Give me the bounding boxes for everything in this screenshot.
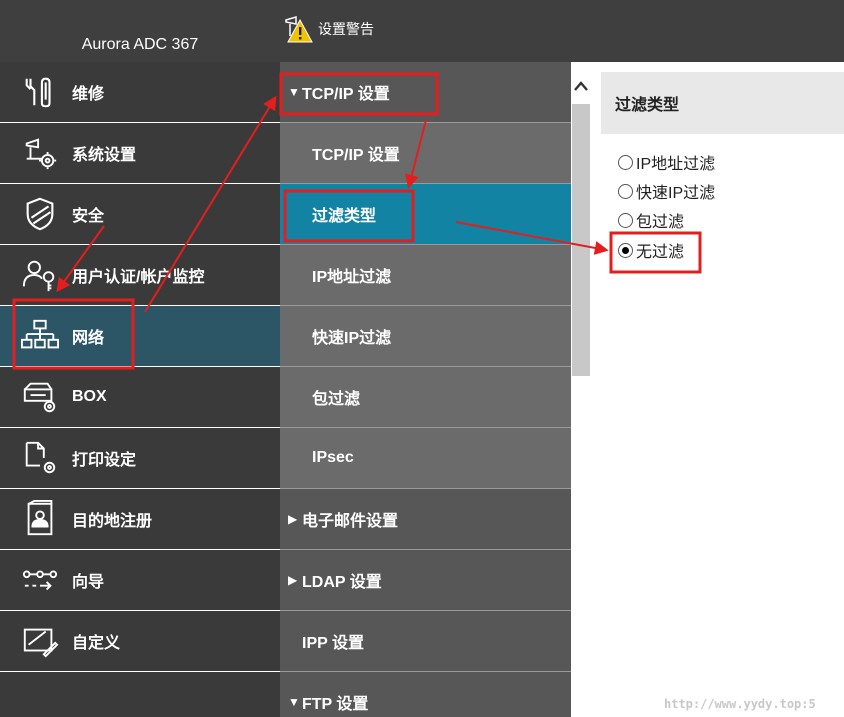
wizard-icon bbox=[20, 560, 60, 600]
nav-item-system-settings[interactable]: 系统设置 bbox=[0, 123, 280, 184]
mid-label: 电子邮件设置 bbox=[302, 513, 399, 530]
triangle-down-icon: ▼ bbox=[288, 85, 300, 99]
mid-item-filter-type[interactable]: 过滤类型 bbox=[280, 184, 571, 245]
mid-label: IP地址过滤 bbox=[312, 269, 392, 286]
nav-item-wizard[interactable]: 向导 bbox=[0, 550, 280, 611]
scroll-up-button[interactable] bbox=[571, 76, 591, 96]
mid-label: LDAP 设置 bbox=[302, 574, 382, 591]
app-header: Aurora ADC 367 设置警告 bbox=[0, 0, 844, 62]
scrollbar[interactable] bbox=[571, 62, 591, 717]
main-navigation: 维修 系统设置 安全 用户认证/帐户监控 网络 BOX 打印设定 目的地注册 向… bbox=[0, 62, 280, 717]
mid-item-packet-filter[interactable]: 包过滤 bbox=[280, 367, 571, 428]
panel-header: 过滤类型 bbox=[601, 72, 844, 134]
nav-label: 网络 bbox=[72, 330, 105, 347]
mid-label: 过滤类型 bbox=[312, 208, 377, 225]
mid-group-ldap[interactable]: ▶ LDAP 设置 bbox=[280, 550, 571, 611]
radio-button[interactable] bbox=[618, 212, 633, 228]
user-key-icon bbox=[20, 255, 60, 295]
mid-group-email[interactable]: ▶ 电子邮件设置 bbox=[280, 489, 571, 550]
customize-icon bbox=[20, 621, 60, 661]
nav-label: 维修 bbox=[72, 86, 105, 103]
radio-label: 包过滤 bbox=[636, 214, 685, 231]
nav-label: 目的地注册 bbox=[72, 513, 153, 530]
mid-group-ipp[interactable]: IPP 设置 bbox=[280, 611, 571, 672]
system-settings-icon bbox=[20, 133, 60, 173]
mid-item-ip-address-filter[interactable]: IP地址过滤 bbox=[280, 245, 571, 306]
radio-no-filter[interactable]: 无过滤 bbox=[618, 238, 684, 262]
warning-icon bbox=[285, 15, 313, 43]
device-name: Aurora ADC 367 bbox=[81, 36, 199, 53]
radio-packet-filter[interactable]: 包过滤 bbox=[618, 208, 684, 232]
address-book-icon bbox=[20, 499, 60, 539]
radio-button[interactable] bbox=[618, 183, 633, 199]
network-icon bbox=[20, 316, 60, 356]
mid-item-tcpip-settings[interactable]: TCP/IP 设置 bbox=[280, 123, 571, 184]
mid-label: TCP/IP 设置 bbox=[302, 86, 390, 103]
nav-item-print-settings[interactable]: 打印设定 bbox=[0, 428, 280, 489]
triangle-right-icon: ▶ bbox=[288, 512, 298, 526]
nav-item-box[interactable]: BOX bbox=[0, 367, 280, 428]
nav-label: BOX bbox=[72, 388, 107, 405]
nav-item-address-book[interactable]: 目的地注册 bbox=[0, 489, 280, 550]
radio-ip-address-filter[interactable]: IP地址过滤 bbox=[618, 150, 715, 174]
nav-item-security[interactable]: 安全 bbox=[0, 184, 280, 245]
mid-group-ftp[interactable]: ▼ FTP 设置 bbox=[280, 672, 571, 717]
mid-item-ipsec[interactable]: IPsec bbox=[280, 428, 571, 489]
nav-label: 用户认证/帐户监控 bbox=[72, 269, 205, 286]
nav-label: 安全 bbox=[72, 208, 105, 225]
scroll-thumb[interactable] bbox=[572, 104, 590, 376]
alert-label: 设置警告 bbox=[318, 21, 374, 37]
radio-label: IP地址过滤 bbox=[636, 156, 716, 173]
triangle-down-icon: ▼ bbox=[288, 695, 300, 709]
nav-label: 向导 bbox=[72, 574, 105, 591]
nav-item-user-auth[interactable]: 用户认证/帐户监控 bbox=[0, 245, 280, 306]
radio-label: 快速IP过滤 bbox=[636, 185, 716, 202]
settings-alert[interactable]: 设置警告 bbox=[282, 14, 374, 44]
radio-button[interactable] bbox=[618, 154, 633, 170]
nav-label: 打印设定 bbox=[72, 452, 137, 469]
mid-label: FTP 设置 bbox=[302, 696, 369, 713]
nav-item-network[interactable]: 网络 bbox=[0, 306, 280, 367]
chevron-up-icon bbox=[574, 81, 588, 91]
maintenance-icon bbox=[20, 72, 60, 112]
mid-label: TCP/IP 设置 bbox=[312, 147, 400, 164]
box-icon bbox=[20, 377, 60, 417]
sub-navigation: ▼ TCP/IP 设置 TCP/IP 设置 过滤类型 IP地址过滤 快速IP过滤… bbox=[280, 62, 571, 717]
panel-title: 过滤类型 bbox=[615, 97, 680, 114]
nav-item-customize[interactable]: 自定义 bbox=[0, 611, 280, 672]
mid-label: IPP 设置 bbox=[302, 635, 364, 652]
nav-item-maintenance[interactable]: 维修 bbox=[0, 62, 280, 123]
mid-group-tcpip[interactable]: ▼ TCP/IP 设置 bbox=[280, 62, 571, 123]
watermark: http://www.yydy.top:5 bbox=[664, 697, 816, 711]
mid-label: 包过滤 bbox=[312, 391, 361, 408]
radio-label: 无过滤 bbox=[636, 244, 685, 261]
mid-item-quick-ip-filter[interactable]: 快速IP过滤 bbox=[280, 306, 571, 367]
triangle-right-icon: ▶ bbox=[288, 573, 298, 587]
print-settings-icon bbox=[20, 438, 60, 478]
radio-button-checked[interactable] bbox=[618, 242, 633, 258]
mid-label: IPsec bbox=[312, 449, 354, 466]
radio-quick-ip-filter[interactable]: 快速IP过滤 bbox=[618, 179, 715, 203]
nav-label: 系统设置 bbox=[72, 147, 137, 164]
shield-icon bbox=[20, 194, 60, 234]
mid-label: 快速IP过滤 bbox=[312, 330, 392, 347]
nav-label: 自定义 bbox=[72, 635, 121, 652]
